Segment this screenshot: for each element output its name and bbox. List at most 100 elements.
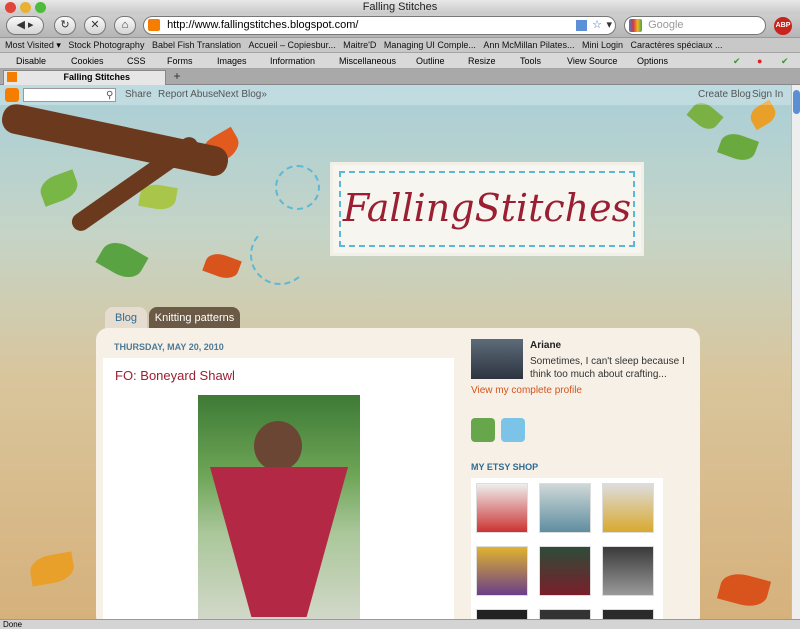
devtool-resize[interactable]: Resize <box>468 53 496 68</box>
tab-favicon-icon <box>7 72 17 82</box>
site-favicon-icon <box>148 19 160 31</box>
person-hair-shape <box>254 421 302 471</box>
devtool-images[interactable]: Images <box>217 53 247 68</box>
tab-falling-stitches[interactable]: Falling Stitches <box>3 70 166 85</box>
view-profile-link[interactable]: View my complete profile <box>471 385 582 396</box>
tab-strip: Falling Stitches + <box>0 69 800 85</box>
navbar-share-link[interactable]: Share <box>125 85 152 105</box>
etsy-icon[interactable] <box>471 418 495 442</box>
reload-button[interactable]: ↻ <box>54 16 76 35</box>
bookmark-stock-photography[interactable]: Stock Photography <box>68 40 144 50</box>
adblock-button[interactable]: ABP <box>774 17 792 35</box>
close-window-icon[interactable] <box>5 2 16 13</box>
profile-avatar[interactable] <box>471 339 523 379</box>
etsy-item[interactable] <box>539 609 591 619</box>
post-image[interactable] <box>198 395 360 619</box>
browser-toolbar: ◀ ▸ ↻ ✕ ⌂ http://www.fallingstitches.blo… <box>0 14 800 38</box>
etsy-item[interactable] <box>602 546 654 596</box>
zoom-window-icon[interactable] <box>35 2 46 13</box>
navbar-sign-in-link[interactable]: Sign In <box>752 85 783 105</box>
bookmark-star-icon[interactable]: ☆ <box>592 17 602 34</box>
stop-button[interactable]: ✕ <box>84 16 106 35</box>
vertical-scrollbar[interactable] <box>791 85 800 619</box>
leaf-decoration-icon <box>202 249 242 283</box>
etsy-item[interactable] <box>539 483 591 533</box>
devtool-disable[interactable]: Disable <box>16 53 46 68</box>
bookmark-most-visited[interactable]: Most Visited <box>5 40 54 50</box>
leaf-decoration-icon <box>716 569 772 611</box>
google-icon <box>629 19 642 32</box>
bookmark-pilates[interactable]: Ann McMillan Pilates... <box>483 40 574 50</box>
etsy-shop-heading: MY ETSY SHOP <box>471 462 539 472</box>
bookmark-mini-login[interactable]: Mini Login <box>582 40 623 50</box>
devtool-outline[interactable]: Outline <box>416 53 445 68</box>
etsy-item[interactable] <box>476 609 528 619</box>
profile-bio: Sometimes, I can't sleep because I think… <box>530 356 685 380</box>
navbar-search-input[interactable] <box>23 88 116 102</box>
window-titlebar: Falling Stitches <box>0 0 800 14</box>
bookmark-accueil[interactable]: Accueil – Copiesbur... <box>249 40 336 50</box>
tab-label: Falling Stitches <box>63 72 131 82</box>
bookmark-babel-fish[interactable]: Babel Fish Translation <box>152 40 241 50</box>
navbar-next-blog-link[interactable]: Next Blog» <box>218 85 267 105</box>
web-developer-toolbar: Disable Cookies CSS Forms Images Informa… <box>0 53 800 69</box>
leaf-decoration-icon <box>36 169 82 207</box>
check-icon[interactable]: ✔ <box>733 53 741 68</box>
tab-blog[interactable]: Blog <box>105 307 147 329</box>
navbar-report-abuse-link[interactable]: Report Abuse <box>158 85 219 105</box>
minimize-window-icon[interactable] <box>20 2 31 13</box>
etsy-item[interactable] <box>539 546 591 596</box>
etsy-item[interactable] <box>476 483 528 533</box>
devtool-tools[interactable]: Tools <box>520 53 541 68</box>
blog-page: ⚲ Share Report Abuse Next Blog» Create B… <box>0 85 791 619</box>
dashed-thread-decoration <box>275 165 320 210</box>
devtool-forms[interactable]: Forms <box>167 53 193 68</box>
leaf-decoration-icon <box>716 129 760 165</box>
url-text: http://www.fallingstitches.blogspot.com/ <box>167 19 359 31</box>
address-bar[interactable]: http://www.fallingstitches.blogspot.com/… <box>143 16 616 35</box>
shawl-shape <box>210 467 348 617</box>
devtool-css[interactable]: CSS <box>127 53 146 68</box>
dashed-thread-decoration <box>250 225 310 285</box>
bookmark-maitred[interactable]: Maitre'D <box>343 40 376 50</box>
status-bar: Done <box>0 619 800 629</box>
blog-header: FallingStitches <box>333 165 641 253</box>
navbar-create-blog-link[interactable]: Create Blog <box>698 85 751 105</box>
etsy-shop-widget <box>471 478 663 619</box>
devtool-information[interactable]: Information <box>270 53 315 68</box>
bookmark-managing-ui[interactable]: Managing UI Comple... <box>384 40 476 50</box>
search-placeholder: Google <box>648 19 684 31</box>
devtool-view-source[interactable]: View Source <box>567 53 617 68</box>
twitter-icon[interactable] <box>501 418 525 442</box>
error-icon[interactable]: ● <box>757 53 762 68</box>
etsy-item[interactable] <box>602 609 654 619</box>
dropdown-icon[interactable]: ▾ <box>606 17 612 34</box>
blogger-navbar: ⚲ Share Report Abuse Next Blog» Create B… <box>0 85 791 105</box>
bookmark-caracteres[interactable]: Caractères spéciaux ... <box>631 40 723 50</box>
back-button[interactable]: ◀ ▸ <box>6 16 44 35</box>
rss-icon[interactable] <box>576 20 587 31</box>
etsy-item[interactable] <box>476 546 528 596</box>
search-input[interactable]: Google <box>624 16 766 35</box>
leaf-decoration-icon <box>95 236 149 284</box>
post-title[interactable]: FO: Boneyard Shawl <box>115 368 235 383</box>
tab-knitting-patterns[interactable]: Knitting patterns <box>149 307 240 329</box>
new-tab-button[interactable]: + <box>169 70 185 84</box>
devtool-cookies[interactable]: Cookies <box>71 53 104 68</box>
check-icon-2[interactable]: ✔ <box>781 53 789 68</box>
devtool-miscellaneous[interactable]: Miscellaneous <box>339 53 396 68</box>
status-text: Done <box>3 620 23 629</box>
post-card: FO: Boneyard Shawl <box>103 358 454 619</box>
home-button[interactable]: ⌂ <box>114 16 136 35</box>
devtool-options[interactable]: Options <box>637 53 668 68</box>
blogger-logo-icon[interactable] <box>5 88 19 102</box>
post-date: THURSDAY, MAY 20, 2010 <box>114 342 224 352</box>
leaf-decoration-icon <box>27 551 77 587</box>
profile-name: Ariane <box>530 340 562 351</box>
bookmarks-bar: Most Visited ▾ Stock Photography Babel F… <box>0 38 800 53</box>
navbar-search-icon[interactable]: ⚲ <box>106 86 113 106</box>
window-title: Falling Stitches <box>362 1 438 13</box>
blog-title[interactable]: FallingStitches <box>339 171 635 247</box>
etsy-item[interactable] <box>602 483 654 533</box>
scrollbar-thumb[interactable] <box>793 90 800 114</box>
